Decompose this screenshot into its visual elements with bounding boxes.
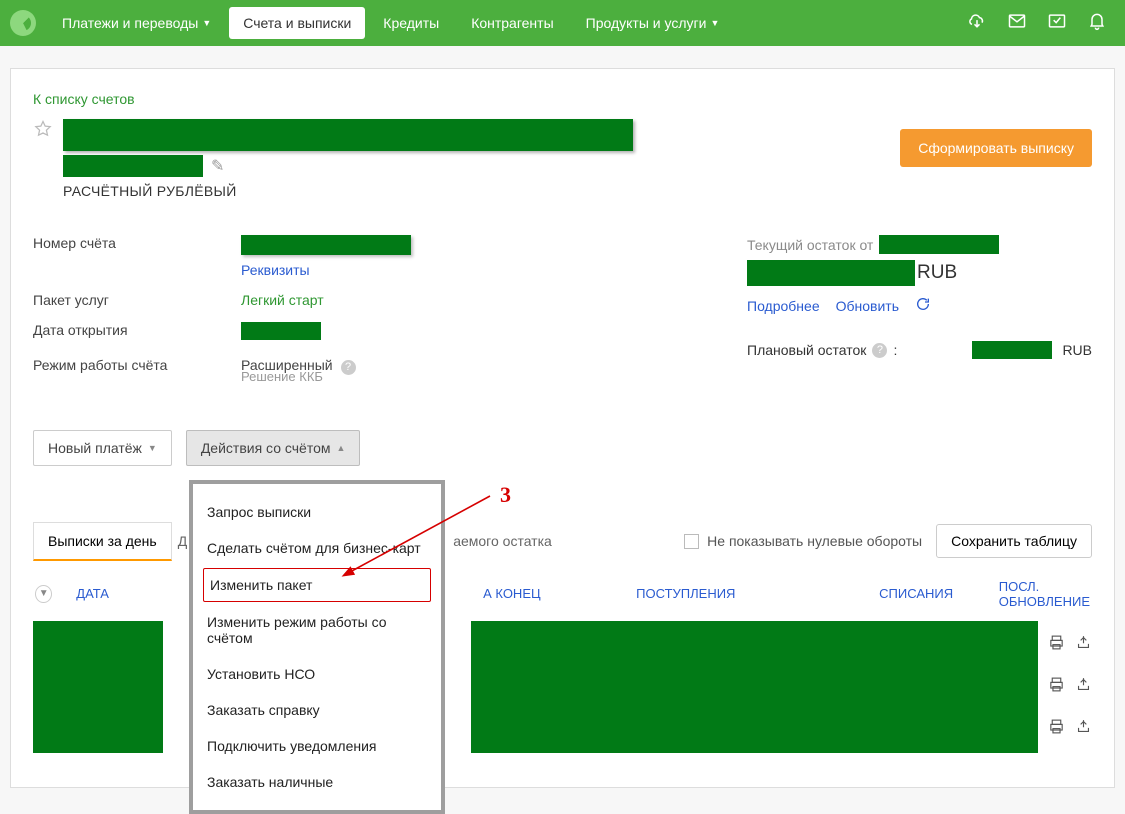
- colon: :: [893, 342, 897, 358]
- dd-enable-notifications[interactable]: Подключить уведомления: [193, 728, 441, 764]
- export-icon[interactable]: [1075, 718, 1092, 740]
- help-icon[interactable]: ?: [341, 360, 356, 375]
- mode-label: Режим работы счёта: [33, 357, 241, 375]
- currency-label: RUB: [917, 262, 957, 284]
- planned-balance-redacted: [972, 341, 1052, 359]
- button-label: Действия со счётом: [201, 440, 331, 456]
- row-values-redacted: [471, 663, 1038, 711]
- favorite-star-icon[interactable]: [33, 119, 53, 139]
- chevron-down-icon: ▼: [710, 18, 719, 28]
- back-to-list-link[interactable]: К списку счетов: [33, 91, 135, 107]
- account-name-redacted: [63, 119, 633, 151]
- export-icon[interactable]: [1075, 676, 1092, 698]
- nav-label: Платежи и переводы: [62, 15, 198, 31]
- nav-label: Кредиты: [383, 15, 439, 31]
- hide-zero-turnover-checkbox[interactable]: Не показывать нулевые обороты: [684, 533, 922, 549]
- checkbox-icon[interactable]: [684, 534, 699, 549]
- current-balance-label: Текущий остаток от: [747, 237, 873, 253]
- inbox-check-icon[interactable]: [1039, 11, 1075, 36]
- open-date-redacted: [241, 322, 321, 340]
- collapse-all-icon[interactable]: ▼: [35, 585, 52, 603]
- dd-set-nso[interactable]: Установить НСО: [193, 656, 441, 692]
- button-label: Новый платёж: [48, 440, 142, 456]
- row-values-redacted: [471, 705, 1038, 753]
- balance-date-redacted: [879, 235, 999, 254]
- export-icon[interactable]: [1075, 634, 1092, 656]
- print-icon[interactable]: [1048, 634, 1065, 656]
- generate-statement-button[interactable]: Сформировать выписку: [900, 129, 1092, 167]
- requisites-link[interactable]: Реквизиты: [241, 262, 723, 278]
- print-icon[interactable]: [1048, 718, 1065, 740]
- nav-payments[interactable]: Платежи и переводы ▼: [48, 7, 225, 39]
- th-outgoing[interactable]: СПИСАНИЯ: [879, 586, 975, 601]
- planned-currency-label: RUB: [1062, 342, 1092, 358]
- cloud-download-icon[interactable]: [959, 11, 995, 36]
- account-alias-redacted: [63, 155, 203, 177]
- nav-label: Продукты и услуги: [586, 15, 707, 31]
- kkb-decision-label: Решение ККБ: [241, 369, 723, 384]
- nav-label: Контрагенты: [471, 15, 553, 31]
- nav-accounts[interactable]: Счета и выписки: [229, 7, 365, 39]
- print-icon[interactable]: [1048, 676, 1065, 698]
- account-actions-button[interactable]: Действия со счётом ▲: [186, 430, 361, 466]
- package-label: Пакет услуг: [33, 292, 241, 308]
- account-type-label: РАСЧЁТНЫЙ РУБЛЁВЫЙ: [63, 183, 1092, 199]
- tab-daily-statements[interactable]: Выписки за день: [33, 522, 172, 561]
- checkbox-label: Не показывать нулевые обороты: [707, 533, 922, 549]
- nav-label: Счета и выписки: [243, 15, 351, 31]
- refresh-icon[interactable]: [915, 296, 931, 315]
- package-value: Легкий старт: [241, 292, 324, 308]
- row-date-redacted: [33, 705, 163, 753]
- dd-change-mode[interactable]: Изменить режим работы со счётом: [193, 604, 441, 656]
- account-panel: К списку счетов Сформировать выписку ✎ Р…: [10, 68, 1115, 788]
- nav-products[interactable]: Продукты и услуги ▼: [572, 7, 734, 39]
- row-date-redacted: [33, 663, 163, 711]
- more-details-link[interactable]: Подробнее: [747, 298, 820, 314]
- row-date-redacted: [33, 621, 163, 669]
- top-navbar: Платежи и переводы ▼ Счета и выписки Кре…: [0, 0, 1125, 46]
- planned-balance-label: Плановый остаток: [747, 342, 866, 358]
- open-date-label: Дата открытия: [33, 322, 241, 343]
- chevron-down-icon: ▼: [202, 18, 211, 28]
- chevron-down-icon: ▼: [148, 443, 157, 453]
- bell-icon[interactable]: [1079, 11, 1115, 36]
- new-payment-button[interactable]: Новый платёж ▼: [33, 430, 172, 466]
- edit-pencil-icon[interactable]: ✎: [211, 156, 224, 176]
- account-number-redacted: [241, 235, 411, 255]
- chevron-up-icon: ▲: [336, 443, 345, 453]
- th-end-balance-fragment[interactable]: А КОНЕЦ: [483, 586, 612, 601]
- dd-order-certificate[interactable]: Заказать справку: [193, 692, 441, 728]
- account-number-label: Номер счёта: [33, 235, 241, 258]
- bank-logo-icon[interactable]: [10, 10, 36, 36]
- th-last-update[interactable]: ПОСЛ. ОБНОВЛЕНИЕ: [999, 579, 1090, 609]
- row-values-redacted: [471, 621, 1038, 669]
- th-incoming[interactable]: ПОСТУПЛЕНИЯ: [636, 586, 779, 601]
- annotation-number: 3: [500, 482, 511, 508]
- save-table-button[interactable]: Сохранить таблицу: [936, 524, 1092, 558]
- help-icon[interactable]: ?: [872, 343, 887, 358]
- th-date[interactable]: ДАТА: [76, 586, 172, 601]
- refresh-link[interactable]: Обновить: [836, 298, 899, 314]
- mail-icon[interactable]: [999, 11, 1035, 36]
- nav-credits[interactable]: Кредиты: [369, 7, 453, 39]
- nav-counterparties[interactable]: Контрагенты: [457, 7, 567, 39]
- annotation-arrow-icon: [340, 490, 500, 595]
- balance-amount-redacted: [747, 260, 915, 286]
